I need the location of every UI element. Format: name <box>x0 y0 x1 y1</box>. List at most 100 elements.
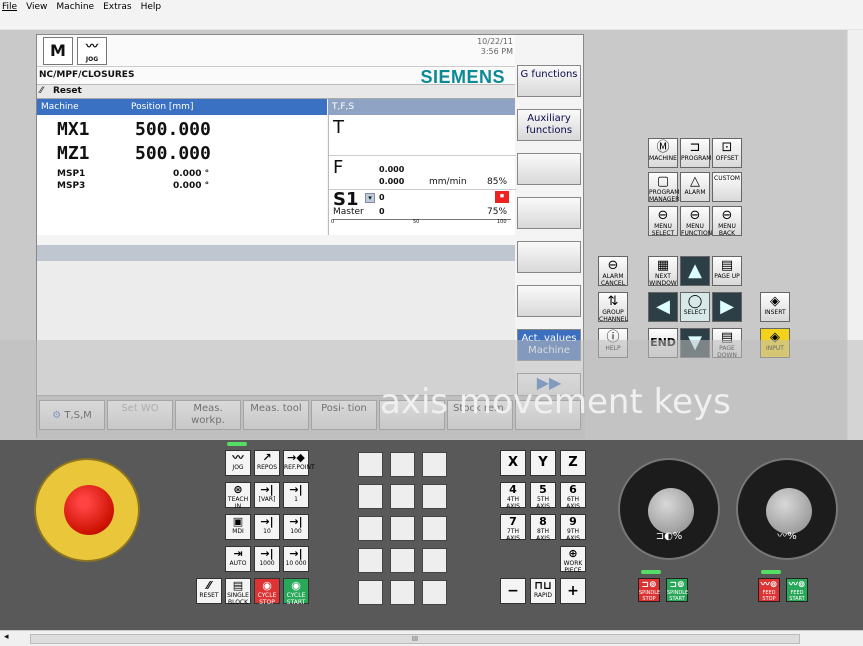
key-axis-x[interactable]: X <box>500 450 526 476</box>
key-inc-10[interactable]: →| 10 <box>254 514 280 540</box>
key-mdi[interactable]: ▣ MDI <box>225 514 251 540</box>
softkey-tsm[interactable]: ⚙ T,S,M <box>39 400 105 430</box>
key-work-pos[interactable]: ⊕ WORK PIECE <box>560 546 586 574</box>
key-axis-5[interactable]: 5 5TH AXIS <box>530 482 556 510</box>
jog-mode-icon[interactable]: 〰 JOG <box>77 37 107 65</box>
scroll-left-icon[interactable]: ◂ <box>4 632 9 642</box>
blank-key[interactable] <box>358 484 383 509</box>
key-input[interactable]: ◈ INPUT <box>760 328 790 358</box>
key-arrow-right[interactable]: ▶ <box>712 292 742 322</box>
softkey-set-wo[interactable]: Set WO <box>107 400 173 430</box>
blank-key[interactable] <box>390 548 415 573</box>
softkey-empty[interactable] <box>515 400 581 430</box>
feed-override-dial[interactable]: 〰% <box>736 458 838 560</box>
key-feed-start[interactable]: 〰⊚ FEED START <box>786 578 808 602</box>
key-program-manager[interactable]: ▢ PROGRAM MANAGER <box>648 172 679 203</box>
key-offset[interactable]: ⊡ OFFSET <box>712 138 742 168</box>
key-reset[interactable]: ⁄⁄ RESET <box>196 578 222 604</box>
key-next-window[interactable]: ▦ NEXT WINDOW <box>648 256 678 287</box>
softkey-auxiliary-functions[interactable]: Auxiliary functions <box>517 109 581 141</box>
key-axis-6[interactable]: 6 6TH AXIS <box>560 482 586 510</box>
blank-key[interactable] <box>422 484 447 509</box>
softkey-empty[interactable] <box>379 400 445 430</box>
blank-key[interactable] <box>358 452 383 477</box>
menu-view[interactable]: View <box>26 2 47 12</box>
key-axis-4[interactable]: 4 4TH AXIS <box>500 482 526 510</box>
key-axis-8[interactable]: 8 8TH AXIS <box>530 514 556 542</box>
menu-help[interactable]: Help <box>141 2 162 12</box>
blank-key[interactable] <box>390 452 415 477</box>
key-insert[interactable]: ◈ INSERT <box>760 292 790 322</box>
blank-key[interactable] <box>390 516 415 541</box>
key-axis-7[interactable]: 7 7TH AXIS <box>500 514 526 542</box>
key-program[interactable]: ⊐ PROGRAM <box>680 138 711 168</box>
key-arrow-left[interactable]: ◀ <box>648 292 678 322</box>
key-group-channel[interactable]: ⇅ GROUP CHANNEL <box>598 292 628 323</box>
key-plus[interactable]: + <box>560 578 586 604</box>
softkey-empty[interactable] <box>517 241 581 273</box>
key-inc-1000[interactable]: →| 1000 <box>254 546 280 572</box>
key-spindle-stop[interactable]: ⊐⊚ SPINDLE STOP <box>638 578 660 602</box>
key-page-up[interactable]: ▤ PAGE UP <box>712 256 742 286</box>
key-arrow-up[interactable]: ▲ <box>680 256 710 286</box>
key-axis-9[interactable]: 9 9TH AXIS <box>560 514 586 542</box>
key-menu-function[interactable]: ⊖ MENU FUNCTION <box>680 206 712 237</box>
key-end[interactable]: END <box>648 328 678 358</box>
blank-key[interactable] <box>358 548 383 573</box>
key-menu-back[interactable]: ⊖ MENU BACK <box>712 206 742 237</box>
key-help[interactable]: ⓘ HELP <box>598 328 628 358</box>
softkey-meas-tool[interactable]: Meas. tool <box>243 400 309 430</box>
key-alarm-cancel[interactable]: ⊖ ALARM CANCEL <box>598 256 628 287</box>
key-menu-select[interactable]: ⊖ MENU SELECT <box>648 206 678 237</box>
menu-file[interactable]: File <box>2 2 17 12</box>
blank-key[interactable] <box>422 516 447 541</box>
softkey-act-values-machine[interactable]: Act. values Machine <box>517 329 581 361</box>
key-inc-100[interactable]: →| 100 <box>283 514 309 540</box>
key-teach-in[interactable]: ⊛ TEACH IN <box>225 482 251 510</box>
key-machine[interactable]: Ⓜ MACHINE <box>648 138 678 168</box>
key-axis-z[interactable]: Z <box>560 450 586 476</box>
softkey-stock-removal[interactable]: Stock rem. <box>447 400 513 430</box>
key-select[interactable]: ◯ SELECT <box>680 292 710 322</box>
key-feed-stop[interactable]: 〰⊚ FEED STOP <box>758 578 780 602</box>
blank-key[interactable] <box>358 516 383 541</box>
softkey-position[interactable]: Posi- tion <box>311 400 377 430</box>
softkey-meas-workp[interactable]: Meas. workp. <box>175 400 241 430</box>
scroll-thumb[interactable]: III <box>30 634 800 644</box>
spindle-dropdown[interactable]: ▾ <box>365 193 375 203</box>
key-var[interactable]: →| [VAR] <box>254 482 280 508</box>
key-inc-10000[interactable]: →| 10 000 <box>283 546 309 572</box>
emergency-stop-button[interactable] <box>34 458 140 562</box>
key-repos[interactable]: ↗ REPOS <box>254 450 280 476</box>
key-spindle-start[interactable]: ⊐⊚ SPINDLE START <box>666 578 688 602</box>
softkey-g-functions[interactable]: G functions <box>517 65 581 97</box>
machine-area-icon[interactable]: M <box>43 37 73 65</box>
blank-key[interactable] <box>390 580 415 605</box>
key-arrow-down[interactable]: ▼ <box>680 328 710 358</box>
blank-key[interactable] <box>358 580 383 605</box>
blank-key[interactable] <box>422 452 447 477</box>
menu-machine[interactable]: Machine <box>56 2 94 12</box>
key-alarm[interactable]: △ ALARM <box>680 172 710 202</box>
key-cycle-start[interactable]: ◉ CYCLE START <box>283 578 309 606</box>
key-minus[interactable]: − <box>500 578 526 604</box>
key-inc-1[interactable]: →| 1 <box>283 482 309 508</box>
key-ref-point[interactable]: →◆ REF.POINT <box>283 450 315 476</box>
key-page-down[interactable]: ▤ PAGE DOWN <box>712 328 742 359</box>
blank-key[interactable] <box>422 548 447 573</box>
key-single-block[interactable]: ▤ SINGLE BLOCK <box>225 578 251 606</box>
key-cycle-stop[interactable]: ◉ CYCLE STOP <box>254 578 280 606</box>
key-custom[interactable]: CUSTOM <box>712 172 742 202</box>
key-jog[interactable]: 〰 JOG <box>225 450 251 476</box>
softkey-empty[interactable] <box>517 153 581 185</box>
key-rapid[interactable]: ⊓⊔ RAPID <box>530 578 556 604</box>
softkey-empty[interactable] <box>517 285 581 317</box>
blank-key[interactable] <box>390 484 415 509</box>
softkey-empty[interactable] <box>517 197 581 229</box>
spindle-override-dial[interactable]: ⊐◐% <box>618 458 720 560</box>
menu-extras[interactable]: Extras <box>103 2 131 12</box>
blank-key[interactable] <box>422 580 447 605</box>
key-axis-y[interactable]: Y <box>530 450 556 476</box>
key-auto[interactable]: ⇥ AUTO <box>225 546 251 572</box>
horizontal-scrollbar[interactable]: ◂ III <box>0 630 863 646</box>
